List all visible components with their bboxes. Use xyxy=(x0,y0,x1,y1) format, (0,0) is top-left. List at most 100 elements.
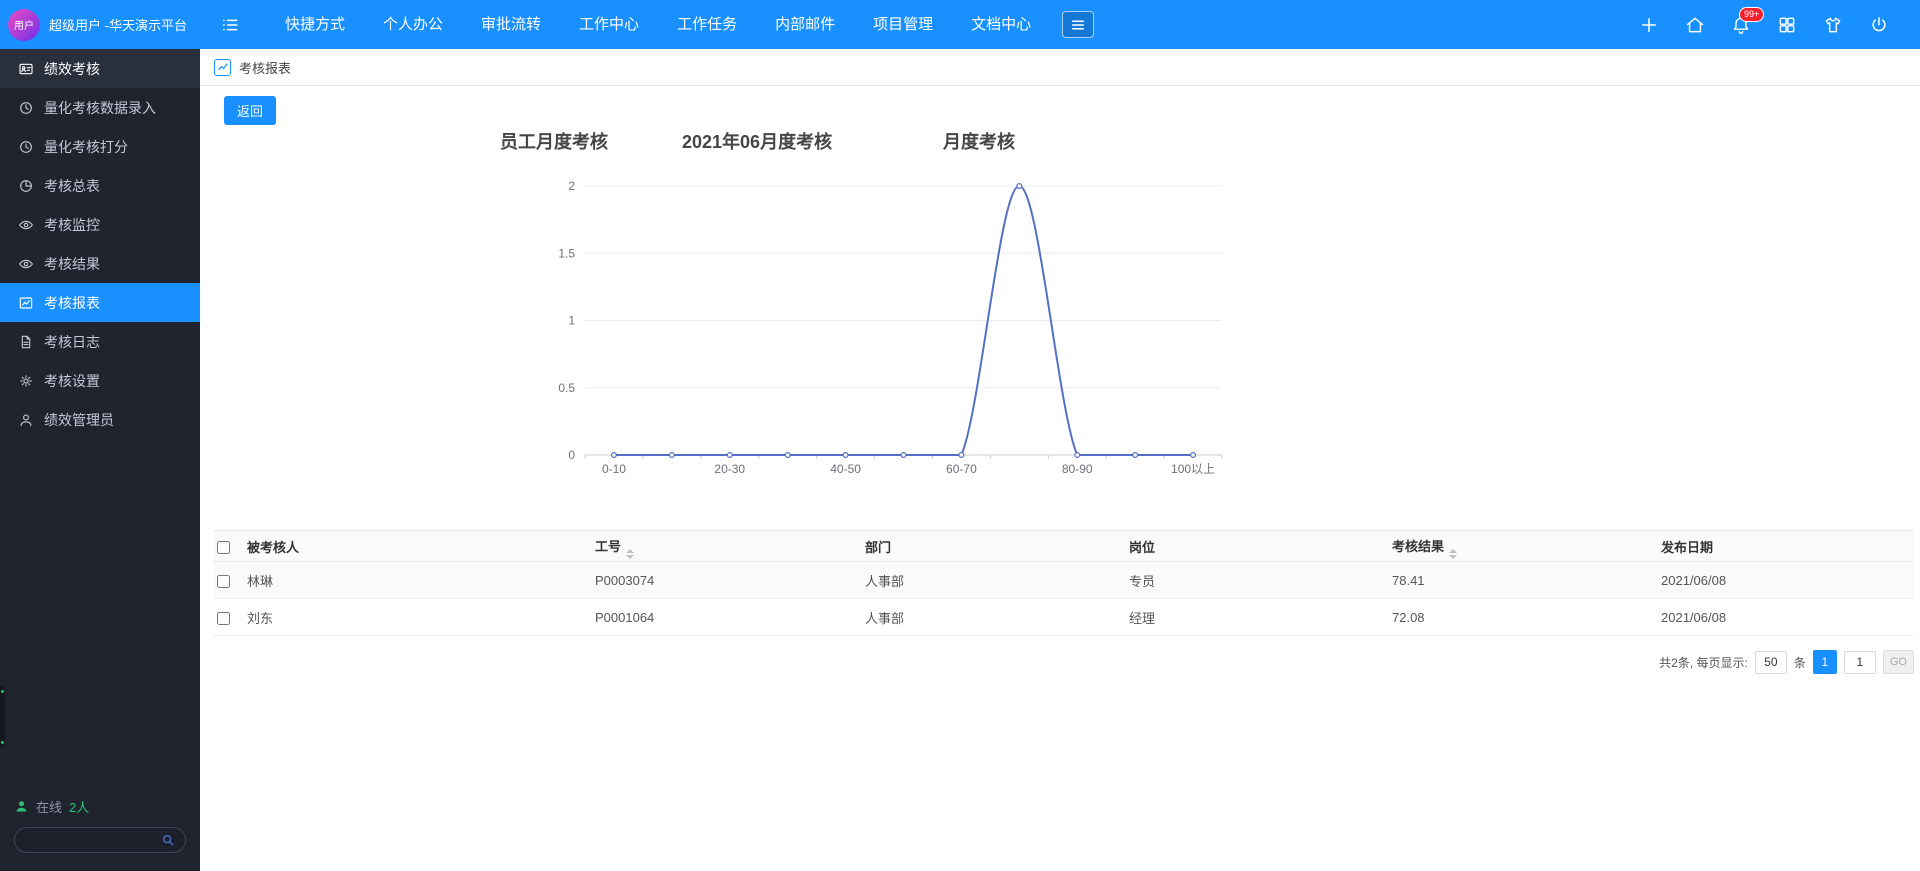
sidebar-item-label: 量化考核打分 xyxy=(44,138,128,155)
online-user-icon xyxy=(14,799,29,814)
goto-page-input[interactable] xyxy=(1843,650,1876,674)
column-header[interactable]: 工号 xyxy=(595,530,865,562)
sidebar-item[interactable]: 量化考核数据录入 xyxy=(0,88,200,127)
sidebar-footer: 在线 2人 xyxy=(0,797,200,871)
report-icon xyxy=(214,58,231,76)
sidebar-item[interactable]: 考核日志 xyxy=(0,322,200,361)
svg-text:0.5: 0.5 xyxy=(558,381,575,395)
topbar: 用户 超级用户 -华天演示平台 快捷方式 个人办公 审批流转 工作中心 工作任务 内部邮件… xyxy=(0,0,1920,49)
add-icon[interactable] xyxy=(1638,14,1660,36)
power-logout-icon[interactable] xyxy=(1868,14,1890,36)
eye-icon xyxy=(18,256,34,272)
cell-name: 刘东 xyxy=(247,598,595,636)
sidebar-group-performance[interactable]: 绩效考核 xyxy=(0,49,200,88)
doc-icon xyxy=(18,334,34,350)
idcard-icon xyxy=(18,61,34,77)
theme-skin-icon[interactable] xyxy=(1822,14,1844,36)
topbar-nav: 快捷方式 个人办公 审批流转 工作中心 工作任务 内部邮件 项目管理 文档中心 xyxy=(266,0,1050,49)
topnav-item[interactable]: 项目管理 xyxy=(854,0,952,49)
back-button[interactable]: 返回 xyxy=(224,96,277,125)
app-title: 超级用户 -华天演示平台 xyxy=(49,18,187,33)
sidebar-item[interactable]: 考核结果 xyxy=(0,244,200,283)
topnav-item[interactable]: 文档中心 xyxy=(952,0,1050,49)
sidebar-item-label: 量化考核数据录入 xyxy=(44,99,156,116)
breadcrumb-title: 考核报表 xyxy=(239,60,292,76)
list-menu-icon[interactable] xyxy=(218,13,242,37)
topnav-item[interactable]: 内部邮件 xyxy=(756,0,854,49)
monthly-score-distribution-chart: 0 0.5 1 1.5 2 0-10 20-30 40-50 60-70 80-90 100以上 xyxy=(558,179,1223,475)
pagination-total: 共2条, 每页显示: xyxy=(1659,655,1748,670)
sidebar-item-label: 绩效管理员 xyxy=(44,411,114,428)
sidebar-item[interactable]: 量化考核打分 xyxy=(0,127,200,166)
column-header[interactable]: 被考核人 xyxy=(247,530,595,562)
chart-icon xyxy=(18,295,34,311)
results-table: 被考核人 工号 部门 岗位 考核结果 发布日期 林琳 P0003074 人事部 专员 78.41 2… xyxy=(213,530,1914,636)
svg-text:1.5: 1.5 xyxy=(558,246,575,260)
hamburger-menu-button[interactable] xyxy=(1062,11,1095,38)
sidebar-item-label: 考核总表 xyxy=(44,177,100,194)
online-label: 在线 xyxy=(36,800,63,815)
topnav-item[interactable]: 审批流转 xyxy=(462,0,560,49)
cell-post: 专员 xyxy=(1129,561,1392,599)
user-icon xyxy=(18,412,34,428)
sidebar-item-label: 考核报表 xyxy=(44,294,100,311)
search-icon[interactable] xyxy=(161,833,175,847)
sidebar-item[interactable]: 考核总表 xyxy=(0,166,200,205)
row-checkbox-cell xyxy=(213,561,247,599)
row-checkbox[interactable] xyxy=(217,611,230,625)
topnav-item[interactable]: 工作任务 xyxy=(658,0,756,49)
topnav-item[interactable]: 个人办公 xyxy=(364,0,462,49)
sidebar-item[interactable]: 考核报表 xyxy=(0,283,200,322)
eye-icon xyxy=(18,217,34,233)
pagination: 共2条, 每页显示: 条 1 GO xyxy=(213,650,1914,674)
user-avatar[interactable]: 用户 xyxy=(8,8,40,41)
apps-grid-icon[interactable] xyxy=(1776,14,1798,36)
sidebar-search-input[interactable] xyxy=(25,833,161,847)
chart-title: 月度考核 xyxy=(943,132,1015,152)
cell-id: P0003074 xyxy=(595,561,865,599)
gear-icon xyxy=(18,373,34,389)
sort-icon[interactable] xyxy=(626,548,635,559)
notifications-icon[interactable]: 99+ xyxy=(1730,6,1765,36)
cell-score: 78.41 xyxy=(1392,561,1661,599)
left-scroll-handle[interactable] xyxy=(0,686,5,748)
sort-icon[interactable] xyxy=(1449,548,1458,559)
svg-text:0-10: 0-10 xyxy=(602,462,626,475)
column-header[interactable]: 岗位 xyxy=(1129,530,1392,562)
content-area: 返回 员工月度考核 2021年06月度考核 月度考核 0 0.5 1 1.5 2 0-10 20… xyxy=(200,86,1920,871)
select-all-cell xyxy=(213,530,247,562)
table-row[interactable]: 刘东 P0001064 人事部 经理 72.08 2021/06/08 xyxy=(213,598,1914,636)
sidebar-item[interactable]: 考核监控 xyxy=(0,205,200,244)
topnav-item[interactable]: 快捷方式 xyxy=(266,0,364,49)
sidebar: 绩效考核 量化考核数据录入 量化考核打分 考核总表考核监控考核结果考核报表考核日志考… xyxy=(0,49,200,871)
sidebar-item-label: 考核设置 xyxy=(44,372,100,389)
breadcrumb: 考核报表 xyxy=(200,49,1920,86)
cell-dept: 人事部 xyxy=(865,598,1129,636)
topnav-item[interactable]: 工作中心 xyxy=(560,0,658,49)
svg-text:20-30: 20-30 xyxy=(714,462,745,475)
home-icon[interactable] xyxy=(1684,14,1706,36)
svg-text:1: 1 xyxy=(568,314,575,328)
sidebar-item-label: 考核日志 xyxy=(44,333,100,350)
cell-id: P0001064 xyxy=(595,598,865,636)
select-all-checkbox[interactable] xyxy=(217,540,230,554)
column-header[interactable]: 发布日期 xyxy=(1661,530,1914,562)
cell-name: 林琳 xyxy=(247,561,595,599)
table-row[interactable]: 林琳 P0003074 人事部 专员 78.41 2021/06/08 xyxy=(213,561,1914,599)
sidebar-group-label: 绩效考核 xyxy=(44,60,100,77)
sidebar-item-label: 考核监控 xyxy=(44,216,100,233)
main-panel: 考核报表 返回 员工月度考核 2021年06月度考核 月度考核 0 0.5 1 1.5 2 0… xyxy=(200,49,1920,871)
svg-text:2: 2 xyxy=(568,179,575,193)
page-1-button[interactable]: 1 xyxy=(1812,650,1837,674)
row-checkbox-cell xyxy=(213,598,247,636)
page-size-input[interactable] xyxy=(1754,650,1787,674)
column-header[interactable]: 考核结果 xyxy=(1392,530,1661,562)
go-button[interactable]: GO xyxy=(1882,650,1914,674)
cell-date: 2021/06/08 xyxy=(1661,598,1914,636)
column-header[interactable]: 部门 xyxy=(865,530,1129,562)
cell-date: 2021/06/08 xyxy=(1661,561,1914,599)
row-checkbox[interactable] xyxy=(217,574,230,588)
sidebar-item[interactable]: 绩效管理员 xyxy=(0,400,200,439)
online-status: 在线 2人 xyxy=(14,797,186,816)
sidebar-item[interactable]: 考核设置 xyxy=(0,361,200,400)
